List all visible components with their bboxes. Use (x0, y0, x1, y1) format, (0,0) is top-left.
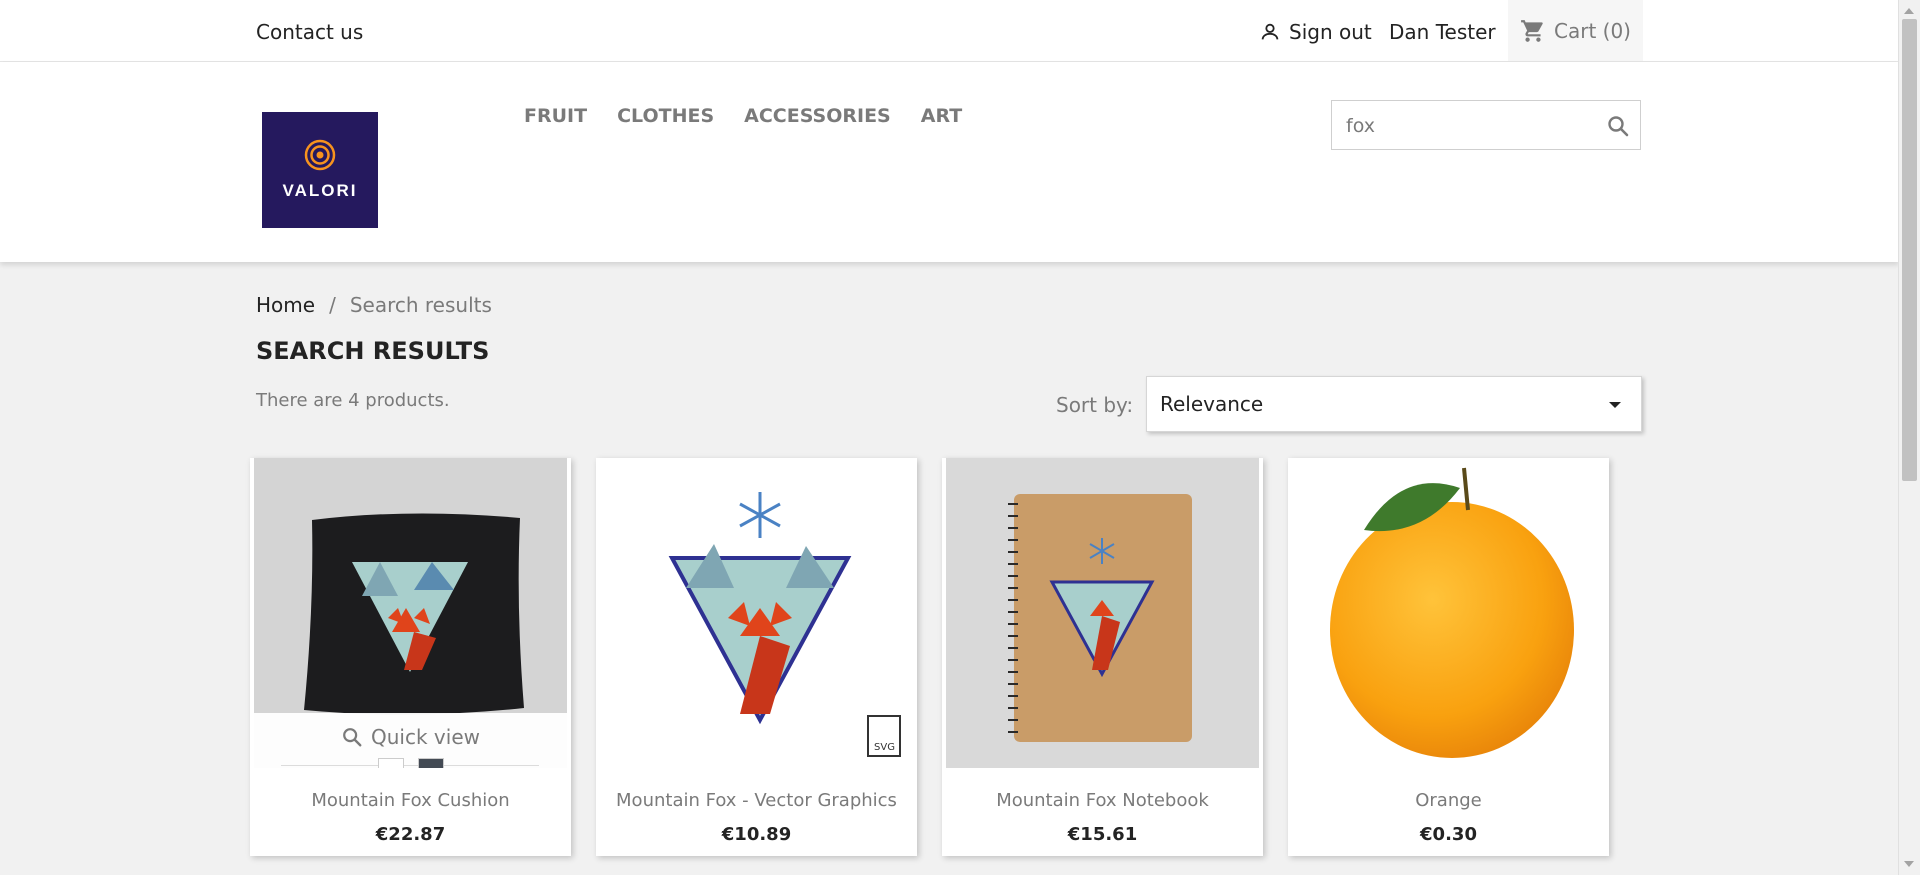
svg-text:SVG: SVG (874, 742, 895, 753)
divider (281, 765, 539, 766)
product-price: €15.61 (1067, 824, 1138, 845)
color-swatch-white[interactable] (378, 758, 404, 768)
caret-down-icon (1609, 402, 1621, 408)
account-name-link[interactable]: Dan Tester (1389, 20, 1496, 44)
breadcrumb-current: Search results (349, 293, 492, 317)
scrollbar-thumb[interactable] (1902, 19, 1917, 481)
menu-item-accessories[interactable]: ACCESSORIES (744, 105, 891, 127)
store-logo[interactable]: VALORI (262, 112, 378, 228)
site-header: VALORI FRUIT CLOTHES ACCESSORIES ART (0, 62, 1899, 262)
product-image[interactable]: SVG (600, 458, 913, 768)
page-title: SEARCH RESULTS (256, 337, 490, 365)
menu-item-fruit[interactable]: FRUIT (524, 105, 587, 127)
scroll-down-arrow-icon[interactable] (1904, 861, 1914, 867)
product-price: €22.87 (375, 824, 446, 845)
product-card[interactable]: SVG Mountain Fox - Vector Graphics €10.8… (596, 458, 917, 856)
sort-label: Sort by: (1056, 393, 1134, 417)
product-image[interactable] (1292, 458, 1605, 768)
quick-view-label: Quick view (371, 725, 480, 749)
notebook-image (1008, 494, 1192, 742)
product-name[interactable]: Mountain Fox - Vector Graphics (596, 790, 917, 811)
contact-us-link[interactable]: Contact us (256, 20, 363, 44)
search-input[interactable] (1344, 111, 1588, 141)
product-image[interactable] (946, 458, 1259, 768)
product-name[interactable]: Orange (1288, 790, 1609, 811)
cart-icon (1521, 19, 1543, 42)
quick-view-overlay[interactable]: Quick view (254, 713, 567, 768)
cart-label: Cart (0) (1554, 18, 1631, 43)
product-image[interactable]: Quick view (254, 458, 567, 768)
logo-target-icon (304, 139, 336, 171)
product-count: There are 4 products. (256, 390, 450, 411)
product-name[interactable]: Mountain Fox Cushion (250, 790, 571, 811)
top-bar: Contact us Sign out Dan Tester Cart (0) (0, 0, 1899, 62)
product-price: €0.30 (1420, 824, 1477, 845)
color-swatch-dark[interactable] (418, 758, 444, 768)
search-icon (343, 728, 362, 747)
product-name[interactable]: Mountain Fox Notebook (942, 790, 1263, 811)
search-icon[interactable] (1606, 114, 1630, 138)
cart-button[interactable]: Cart (0) (1508, 0, 1643, 61)
breadcrumb-home[interactable]: Home (256, 293, 315, 317)
sort-dropdown[interactable]: Relevance (1146, 376, 1642, 432)
user-icon (1261, 23, 1279, 40)
page-scrollbar[interactable] (1898, 0, 1920, 875)
logo-text: VALORI (282, 181, 358, 200)
search-box (1331, 100, 1641, 150)
breadcrumb: Home / Search results (256, 293, 492, 317)
sort-selected-value: Relevance (1160, 392, 1264, 416)
sign-out-label: Sign out (1289, 20, 1372, 44)
menu-item-art[interactable]: ART (921, 105, 962, 127)
sign-out-link[interactable]: Sign out (1259, 20, 1372, 44)
product-card[interactable]: Mountain Fox Notebook €15.61 (942, 458, 1263, 856)
main-menu: FRUIT CLOTHES ACCESSORIES ART (524, 105, 962, 127)
vector-graphics-image: SVG (668, 492, 901, 757)
product-price: €10.89 (721, 824, 792, 845)
scroll-up-arrow-icon[interactable] (1904, 8, 1914, 14)
menu-item-clothes[interactable]: CLOTHES (617, 105, 714, 127)
orange-image (1330, 467, 1574, 758)
product-card[interactable]: Orange €0.30 (1288, 458, 1609, 856)
breadcrumb-separator: / (329, 293, 336, 317)
product-card[interactable]: Quick view Mountain Fox Cushion €22.87 (250, 458, 571, 856)
